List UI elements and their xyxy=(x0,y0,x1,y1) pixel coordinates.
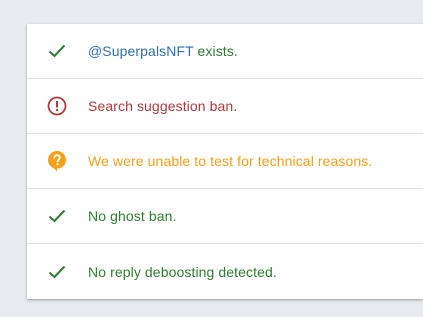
user-handle-link[interactable]: @SuperpalsNFT xyxy=(88,43,194,59)
result-text-reply-deboosting: No reply deboosting detected. xyxy=(88,263,277,280)
result-text-exists: @SuperpalsNFT exists. xyxy=(88,43,238,59)
alert-circle-icon xyxy=(47,96,67,116)
check-icon xyxy=(47,41,67,61)
check-icon xyxy=(47,206,67,226)
result-row-technical-reasons: We were unable to test for technical rea… xyxy=(27,134,423,189)
ban-test-results-card: @SuperpalsNFT exists. Search suggestion … xyxy=(27,24,423,299)
result-row-search-suggestion-ban: Search suggestion ban. xyxy=(27,79,423,134)
result-text-ghost-ban: No ghost ban. xyxy=(88,208,177,224)
result-row-reply-deboosting: No reply deboosting detected. xyxy=(27,244,423,299)
help-bubble-icon xyxy=(47,151,67,172)
result-text-exists-suffix: exists. xyxy=(193,43,238,59)
result-row-exists: @SuperpalsNFT exists. xyxy=(27,24,423,79)
check-icon xyxy=(47,262,67,282)
result-text-technical-reasons: We were unable to test for technical rea… xyxy=(88,153,373,169)
result-row-ghost-ban: No ghost ban. xyxy=(27,189,423,244)
result-text-search-suggestion-ban: Search suggestion ban. xyxy=(88,98,238,114)
